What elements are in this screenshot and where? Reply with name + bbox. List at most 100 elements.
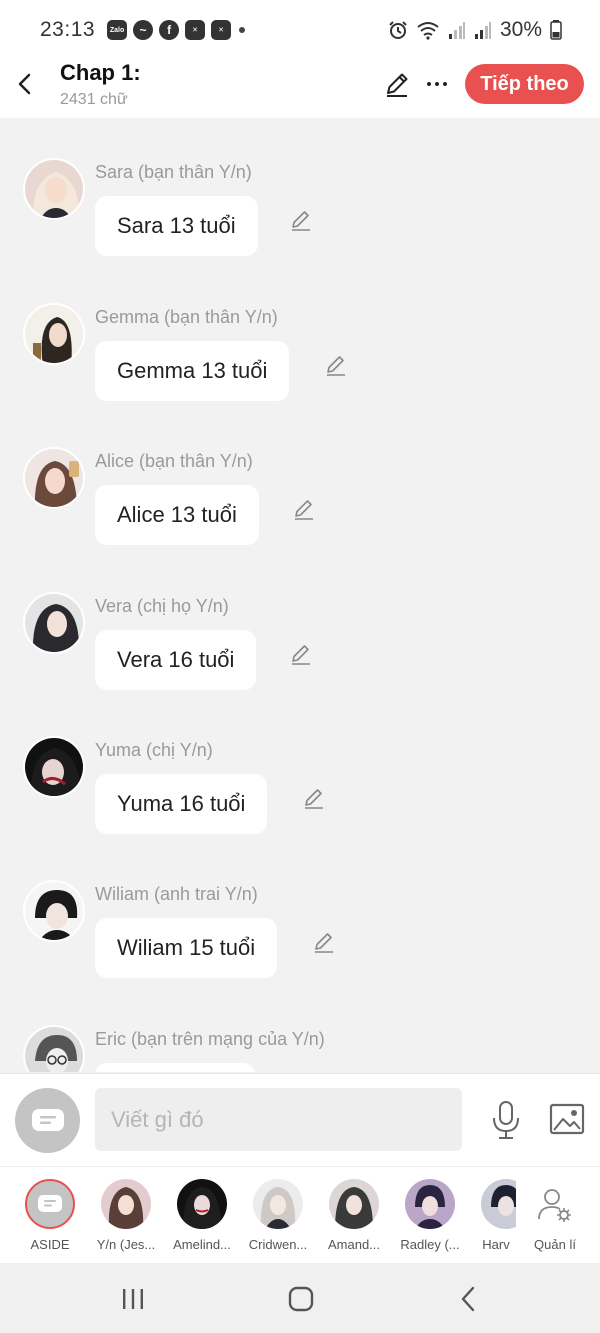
manage-label: Quản lí [534, 1237, 576, 1252]
character-label: Amelind... [173, 1237, 231, 1252]
message-item: Eric (bạn trên mạng của Y/n) [0, 1025, 600, 1072]
message-bubble[interactable]: Alice 13 tuổi [95, 485, 259, 545]
messenger-icon: ~ [133, 20, 154, 40]
chapter-title: Chap 1: [60, 60, 141, 85]
home-button[interactable] [281, 1283, 321, 1315]
system-back-button[interactable] [448, 1283, 488, 1315]
character-label: Y/n (Jes... [96, 1237, 156, 1252]
message-input[interactable] [95, 1088, 462, 1151]
aside-toggle-button[interactable] [15, 1088, 80, 1153]
pencil-icon [315, 933, 333, 953]
character-label: Radley (... [400, 1237, 460, 1252]
message-bubble[interactable]: Gemma 13 tuổi [95, 341, 290, 401]
alarm-icon [389, 21, 407, 39]
character-label: Amand... [327, 1237, 381, 1252]
back-button[interactable] [10, 68, 38, 100]
pencil-icon [387, 73, 408, 97]
signal-icon [448, 22, 465, 39]
avatar [405, 1179, 455, 1229]
more-notifications-dot [239, 27, 246, 33]
facebook-icon: f [159, 20, 180, 40]
edit-message-button[interactable] [289, 642, 313, 666]
edit-message-button[interactable] [312, 930, 336, 954]
more-dot [427, 82, 431, 86]
more-dot [435, 82, 439, 86]
pencil-icon [292, 211, 310, 231]
message-item: Sara (bạn thân Y/n) Sara 13 tuổi [0, 158, 600, 303]
avatar[interactable] [23, 592, 85, 654]
character-item[interactable]: Cridwen... [238, 1177, 318, 1257]
message-bubble[interactable]: Yuma 16 tuổi [95, 774, 268, 834]
avatar[interactable] [23, 736, 85, 798]
avatar [177, 1179, 227, 1229]
chevron-left-icon [18, 73, 31, 95]
character-label: Cridwen... [248, 1237, 308, 1252]
pencil-icon [305, 789, 323, 809]
message-bubble[interactable]: Vera 16 tuổi [95, 630, 257, 690]
message-bubble[interactable] [95, 1063, 255, 1072]
user-settings-icon [535, 1185, 575, 1225]
pencil-icon [327, 356, 345, 376]
character-item[interactable]: Amelind... [162, 1177, 242, 1257]
message-item: Vera (chị họ Y/n) Vera 16 tuổi [0, 592, 600, 737]
avatar[interactable] [23, 447, 85, 509]
status-time: 23:13 [40, 18, 96, 41]
voice-input-button[interactable] [490, 1100, 522, 1140]
speech-bubble-icon [31, 1108, 64, 1131]
battery-level: 30% [499, 18, 542, 41]
more-options-button[interactable] [424, 70, 450, 98]
pencil-icon [295, 500, 313, 520]
character-item[interactable]: Amand... [314, 1177, 394, 1257]
edit-chapter-button[interactable] [383, 70, 411, 98]
character-aside[interactable]: ASIDE [10, 1177, 90, 1257]
character-label: Harv [482, 1237, 510, 1252]
avatar[interactable] [23, 880, 85, 942]
avatar [101, 1179, 151, 1229]
home-icon [288, 1286, 314, 1312]
message-bubble[interactable]: Sara 13 tuổi [95, 196, 258, 256]
message-item: Alice (bạn thân Y/n) Alice 13 tuổi [0, 447, 600, 592]
avatar [329, 1179, 379, 1229]
sender-name: Yuma (chị Y/n) [95, 740, 213, 760]
avatar [253, 1179, 303, 1229]
message-item: Yuma (chị Y/n) Yuma 16 tuổi [0, 736, 600, 881]
edit-message-button[interactable] [292, 497, 316, 521]
next-chapter-button[interactable]: Tiếp theo [465, 64, 584, 104]
word-count: 2431 chữ [60, 91, 128, 108]
sender-name: Wiliam (anh trai Y/n) [95, 884, 258, 904]
recent-apps-button[interactable] [113, 1283, 153, 1315]
message-bubble[interactable]: Wiliam 15 tuổi [95, 918, 278, 978]
pencil-icon [292, 645, 310, 665]
aside-avatar [25, 1179, 75, 1229]
edit-message-button[interactable] [289, 208, 313, 232]
avatar[interactable] [23, 1025, 85, 1072]
insert-image-button[interactable] [549, 1102, 585, 1136]
microphone-icon [493, 1101, 519, 1139]
character-item[interactable]: Harv [466, 1177, 516, 1257]
character-bar: ASIDE Y/n (Jes... Amelind... Cridwen... … [0, 1167, 600, 1263]
edit-message-button[interactable] [324, 353, 348, 377]
notification-icons: Zalo ~ f ✕ ✕ [107, 20, 232, 40]
sender-name: Eric (bạn trên mạng của Y/n) [95, 1029, 325, 1049]
sender-name: Alice (bạn thân Y/n) [95, 451, 253, 471]
avatar[interactable] [23, 303, 85, 365]
wifi-icon [417, 22, 439, 40]
capcut-icon: ✕ [211, 20, 232, 40]
chapter-header: Chap 1: 2431 chữ Tiếp theo [0, 60, 600, 118]
manage-characters-button[interactable]: Quản lí [520, 1177, 590, 1257]
character-label: ASIDE [30, 1237, 70, 1252]
avatar[interactable] [23, 158, 85, 220]
zalo-icon: Zalo [107, 20, 128, 40]
character-item[interactable]: Radley (... [390, 1177, 470, 1257]
message-item: Wiliam (anh trai Y/n) Wiliam 15 tuổi [0, 880, 600, 1025]
sender-name: Gemma (bạn thân Y/n) [95, 307, 278, 327]
sender-name: Sara (bạn thân Y/n) [95, 162, 252, 182]
character-item[interactable]: Y/n (Jes... [86, 1177, 166, 1257]
back-icon [461, 1286, 475, 1312]
more-dot [443, 82, 447, 86]
status-bar: 23:13 Zalo ~ f ✕ ✕ 30% [0, 0, 600, 60]
speech-bubble-icon [38, 1195, 62, 1212]
edit-message-button[interactable] [302, 786, 326, 810]
message-list[interactable]: Sara (bạn thân Y/n) Sara 13 tuổi Gemma (… [0, 118, 600, 1072]
image-icon [549, 1103, 585, 1135]
